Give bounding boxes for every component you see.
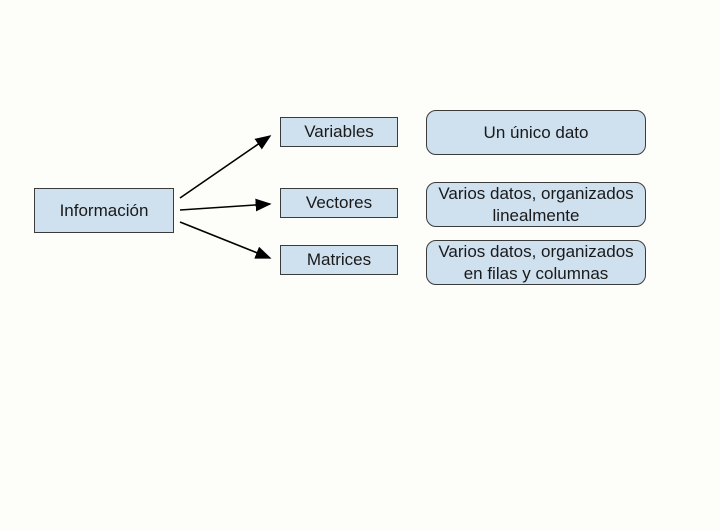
type-label-matrices: Matrices: [307, 249, 371, 270]
root-node-informacion: Información: [34, 188, 174, 233]
type-node-vectores: Vectores: [280, 188, 398, 218]
arrow-to-matrices: [180, 222, 270, 258]
desc-text-variables: Un único dato: [484, 122, 589, 143]
type-node-variables: Variables: [280, 117, 398, 147]
arrow-to-variables: [180, 136, 270, 198]
desc-node-vectores: Varios datos, organizados linealmente: [426, 182, 646, 227]
desc-text-matrices: Varios datos, organizados en filas y col…: [433, 241, 639, 284]
desc-text-vectores: Varios datos, organizados linealmente: [433, 183, 639, 226]
type-node-matrices: Matrices: [280, 245, 398, 275]
root-label: Información: [60, 200, 149, 221]
type-label-variables: Variables: [304, 121, 374, 142]
arrow-to-vectores: [180, 204, 270, 210]
desc-node-variables: Un único dato: [426, 110, 646, 155]
type-label-vectores: Vectores: [306, 192, 372, 213]
desc-node-matrices: Varios datos, organizados en filas y col…: [426, 240, 646, 285]
